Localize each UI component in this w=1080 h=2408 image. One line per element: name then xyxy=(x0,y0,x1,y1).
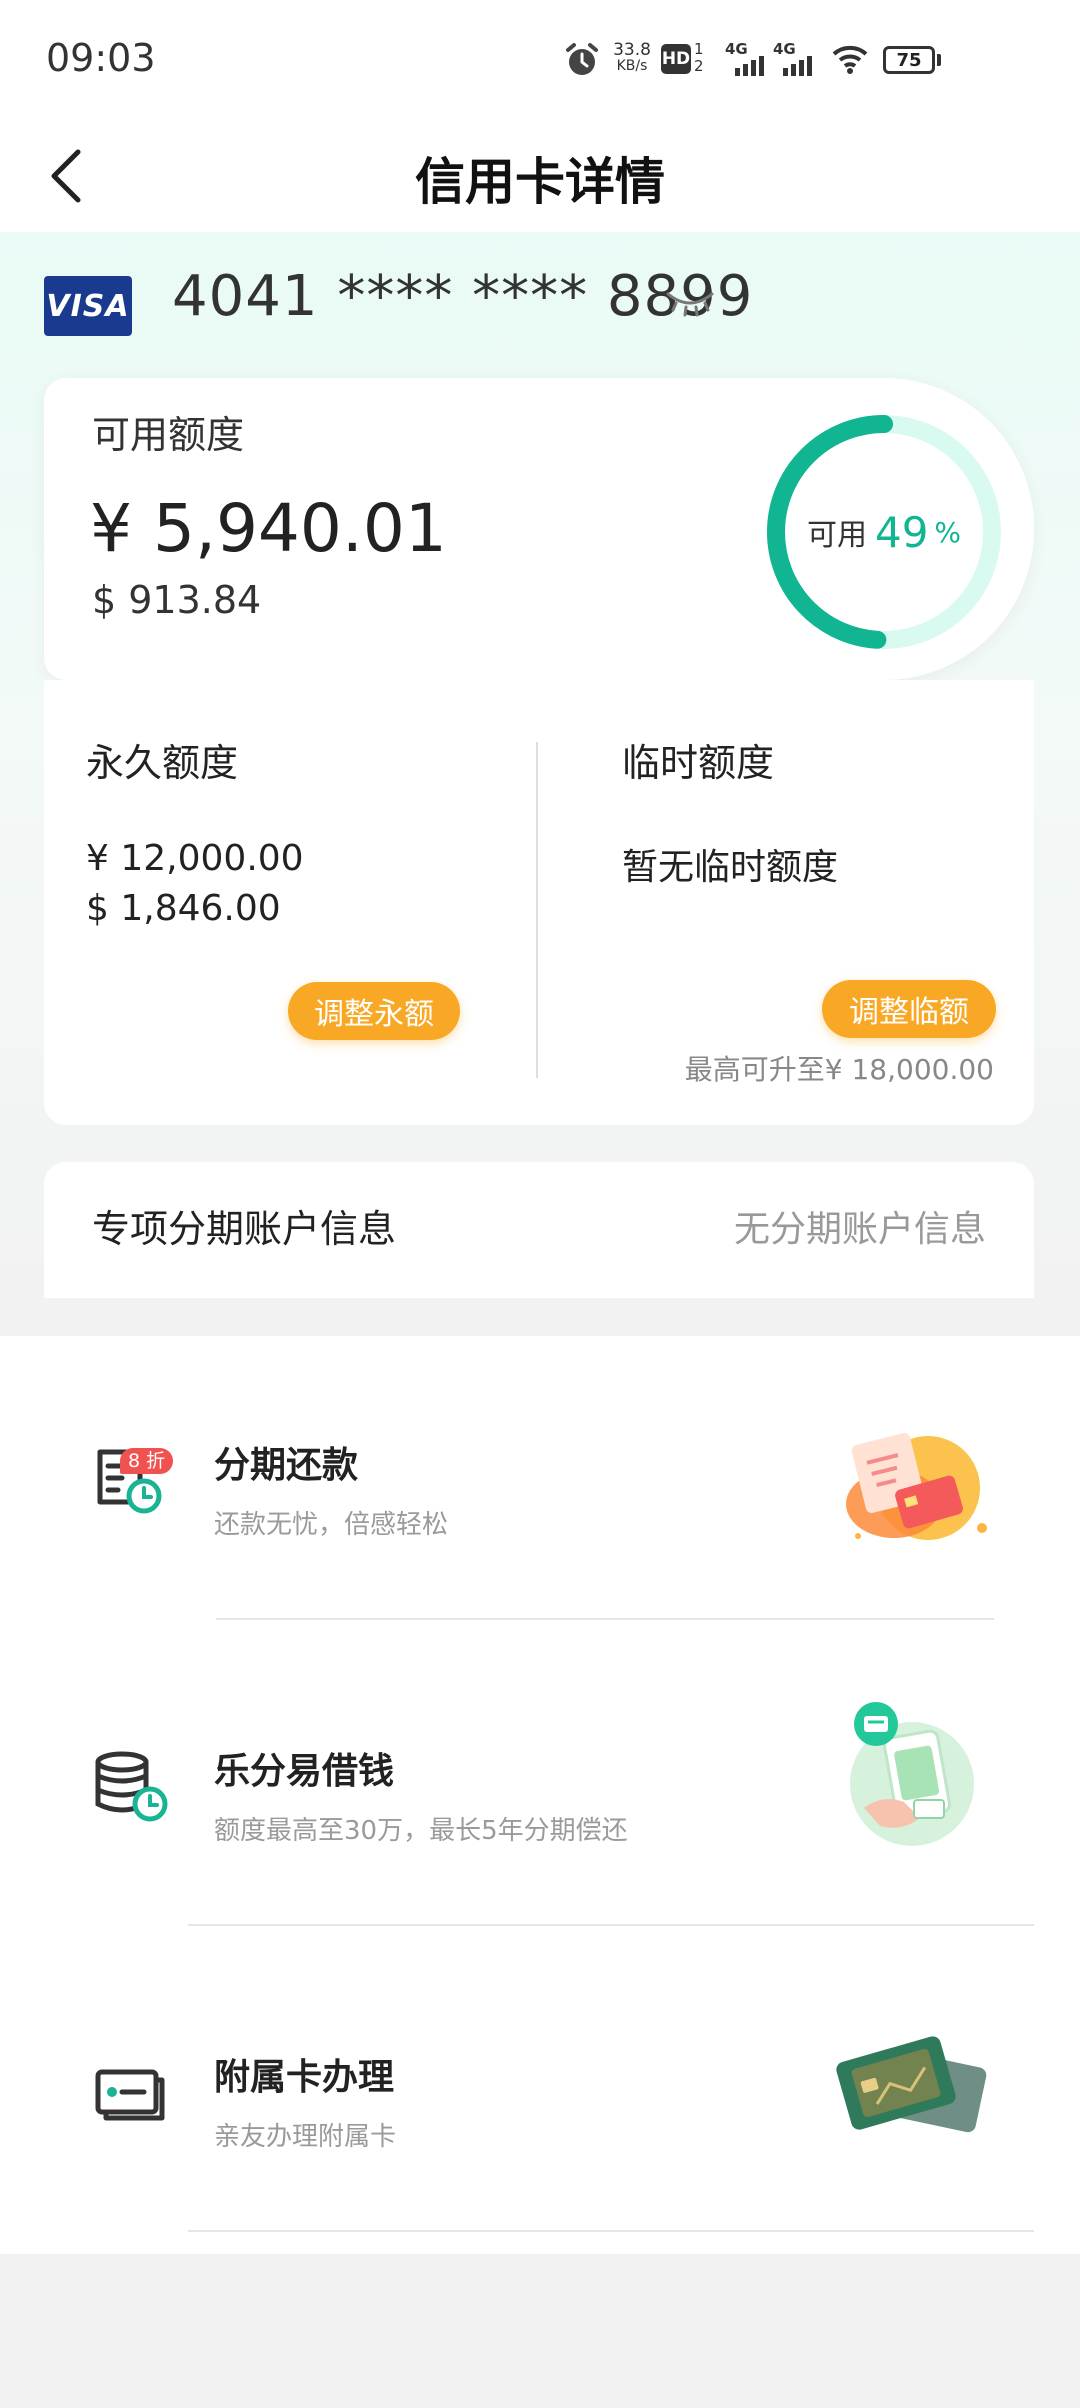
permanent-limit-cny: ¥ 12,000.00 xyxy=(86,838,304,879)
services-list: 8 折 分期还款 还款无忧，倍感轻松 乐分易借钱 额度最高至30万，最长5年分期… xyxy=(0,1336,1080,2254)
hd-label: HD xyxy=(661,44,691,74)
hd-icon: HD 1 2 xyxy=(661,40,711,76)
eye-closed-icon[interactable] xyxy=(664,288,716,322)
credit-cards-illustration-icon xyxy=(836,2036,987,2133)
permanent-limit-usd: $ 1,846.00 xyxy=(86,888,281,929)
ring-label: 可用 xyxy=(806,518,867,553)
discount-badge: 8 折 xyxy=(120,1448,174,1474)
net-speed: 33.8 KB/s xyxy=(609,40,655,75)
service-subtitle: 额度最高至30万，最长5年分期偿还 xyxy=(214,1816,628,1846)
service-subtitle: 亲友办理附属卡 xyxy=(214,2122,397,2152)
limits-divider xyxy=(536,742,538,1078)
signal-2-icon: 4G xyxy=(773,40,819,80)
service-title: 乐分易借钱 xyxy=(214,1751,395,1792)
alarm-icon xyxy=(566,43,598,75)
sim2-label: 2 xyxy=(694,57,704,75)
sim1-label: 1 xyxy=(694,40,704,58)
ring-unit: % xyxy=(934,515,962,549)
service-installment-repay[interactable]: 8 折 分期还款 还款无忧，倍感轻松 xyxy=(0,1336,1080,1642)
permanent-limit-title: 永久额度 xyxy=(86,741,239,785)
temporary-limit-title: 临时额度 xyxy=(622,741,775,785)
battery-icon: 75 xyxy=(883,46,935,74)
visa-logo: VISA xyxy=(44,276,132,336)
available-limit-usd: $ 913.84 xyxy=(92,578,262,622)
service-divider xyxy=(216,1618,994,1620)
service-divider xyxy=(188,1924,1034,1926)
status-time: 09:03 xyxy=(46,36,156,80)
temporary-limit-none: 暂无临时额度 xyxy=(622,847,839,888)
bill-card-illustration-icon xyxy=(846,1433,987,1540)
status-icons: 33.8 KB/s HD 1 2 4G 4G 75 xyxy=(565,36,1045,86)
phone-hand-illustration-icon xyxy=(850,1702,974,1846)
ring-text: 可用 49 % xyxy=(764,412,1004,652)
service-title: 附属卡办理 xyxy=(214,2057,395,2098)
service-divider xyxy=(188,2230,1034,2232)
coins-clock-icon xyxy=(92,1746,172,1826)
available-limit-card: 可用额度 ¥ 5,940.01 $ 913.84 可用 49 % xyxy=(44,378,1034,680)
service-loan[interactable]: 乐分易借钱 额度最高至30万，最长5年分期偿还 xyxy=(0,1642,1080,1948)
net-speed-unit: KB/s xyxy=(616,58,648,74)
page-title: 信用卡详情 xyxy=(415,153,665,211)
available-limit-label: 可用额度 xyxy=(92,413,245,457)
wifi-icon xyxy=(832,45,868,74)
installment-account-label: 专项分期账户信息 xyxy=(92,1207,397,1251)
service-title: 分期还款 xyxy=(214,1445,359,1486)
limits-card: 永久额度 ¥ 12,000.00 $ 1,846.00 调整永额 临时额度 暂无… xyxy=(44,680,1034,1125)
adjust-permanent-button[interactable]: 调整永额 xyxy=(288,982,460,1040)
available-limit-cny: ¥ 5,940.01 xyxy=(90,490,447,567)
service-subtitle: 还款无忧，倍感轻松 xyxy=(214,1510,449,1540)
header-bar: 信用卡详情 xyxy=(0,120,1080,232)
battery-level: 75 xyxy=(896,50,922,71)
signal-1-icon: 4G xyxy=(725,40,771,80)
battery-tip xyxy=(937,54,941,66)
temporary-limit-max: 最高可升至¥ 18,000.00 xyxy=(684,1053,994,1086)
adjust-temporary-button[interactable]: 调整临额 xyxy=(822,980,996,1038)
net-speed-value: 33.8 xyxy=(613,40,651,60)
service-supplementary-card[interactable]: 附属卡办理 亲友办理附属卡 xyxy=(0,1948,1080,2254)
status-bar: 09:03 33.8 KB/s HD 1 2 4G 4G 75 xyxy=(0,0,1080,120)
ring-value: 49 xyxy=(874,507,929,557)
card-icon xyxy=(92,2052,172,2132)
installment-account-value: 无分期账户信息 xyxy=(733,1209,986,1250)
installment-account-row[interactable]: 专项分期账户信息 无分期账户信息 xyxy=(44,1162,1034,1298)
